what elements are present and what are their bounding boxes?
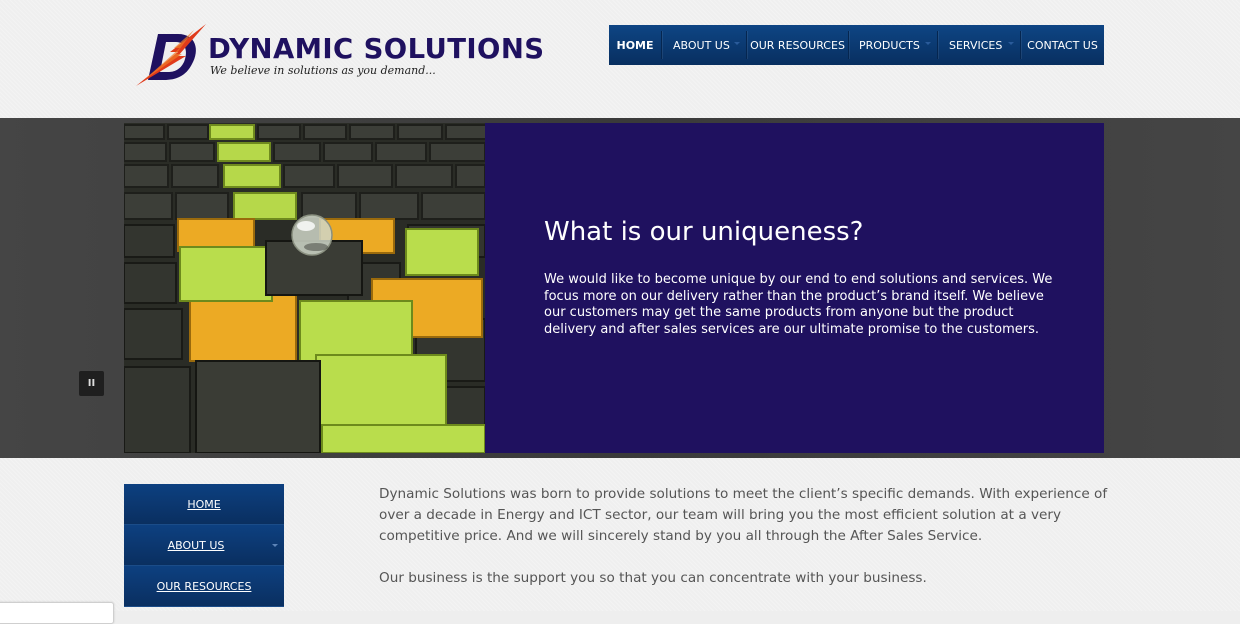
sidebar-item-label: ABOUT US <box>167 538 225 552</box>
site-logo[interactable]: D DYNAMIC SOLUTIONS We believe in soluti… <box>134 22 544 88</box>
sidebar-item-about-us[interactable]: ABOUT US <box>124 525 284 566</box>
nav-item-our-resources[interactable]: OUR RESOURCES <box>747 25 848 65</box>
chevron-down-icon <box>925 42 931 45</box>
nav-item-label: HOME <box>616 38 654 52</box>
chevron-down-icon <box>734 42 740 45</box>
sidebar-navigation: HOME ABOUT US OUR RESOURCES <box>124 484 284 614</box>
nav-item-home[interactable]: HOME <box>609 25 661 65</box>
nav-item-label: CONTACT US <box>1027 38 1098 52</box>
chevron-down-icon <box>272 544 278 547</box>
nav-item-about-us[interactable]: ABOUT US <box>662 25 746 65</box>
nav-item-services[interactable]: SERVICES <box>938 25 1020 65</box>
main-navigation: HOME ABOUT US OUR RESOURCES PRODUCTS SER… <box>609 25 1104 65</box>
sidebar-item-label: HOME <box>187 497 221 511</box>
slide-description: We would like to become unique by our en… <box>544 272 1053 337</box>
nav-item-label: ABOUT US <box>673 38 730 52</box>
sidebar-item-our-resources[interactable]: OUR RESOURCES <box>124 566 284 607</box>
logo-tagline: We believe in solutions as you demand... <box>210 64 436 77</box>
sidebar-item-home[interactable]: HOME <box>124 484 284 525</box>
logo-mark-icon: D <box>136 24 206 86</box>
slide-title: What is our uniqueness? <box>544 217 864 247</box>
main-content: HOME ABOUT US OUR RESOURCES Dynamic Solu… <box>0 458 1240 611</box>
pause-icon: II <box>87 378 96 389</box>
hero-slider: II What is our uniqueness? We would like… <box>0 118 1240 458</box>
slide-caption-panel: What is our uniqueness? We would like to… <box>485 123 1104 453</box>
intro-text: Dynamic Solutions was born to provide so… <box>379 484 1109 610</box>
site-header: D DYNAMIC SOLUTIONS We believe in soluti… <box>0 0 1240 118</box>
nav-item-label: PRODUCTS <box>859 38 920 52</box>
logo-name: DYNAMIC SOLUTIONS <box>208 33 545 65</box>
green-cubes-image <box>124 123 485 453</box>
intro-paragraph: Our business is the support you so that … <box>379 570 927 586</box>
intro-paragraph: Dynamic Solutions was born to provide so… <box>379 486 1108 544</box>
slider-pause-button[interactable]: II <box>79 371 104 396</box>
sidebar-item-label: OUR RESOURCES <box>156 579 252 593</box>
slide-image <box>124 123 485 453</box>
nav-item-contact-us[interactable]: CONTACT US <box>1021 25 1104 65</box>
nav-item-label: SERVICES <box>949 38 1003 52</box>
chevron-down-icon <box>1008 42 1014 45</box>
nav-item-label: OUR RESOURCES <box>750 38 845 52</box>
corner-widget[interactable] <box>0 602 114 624</box>
nav-item-products[interactable]: PRODUCTS <box>849 25 937 65</box>
